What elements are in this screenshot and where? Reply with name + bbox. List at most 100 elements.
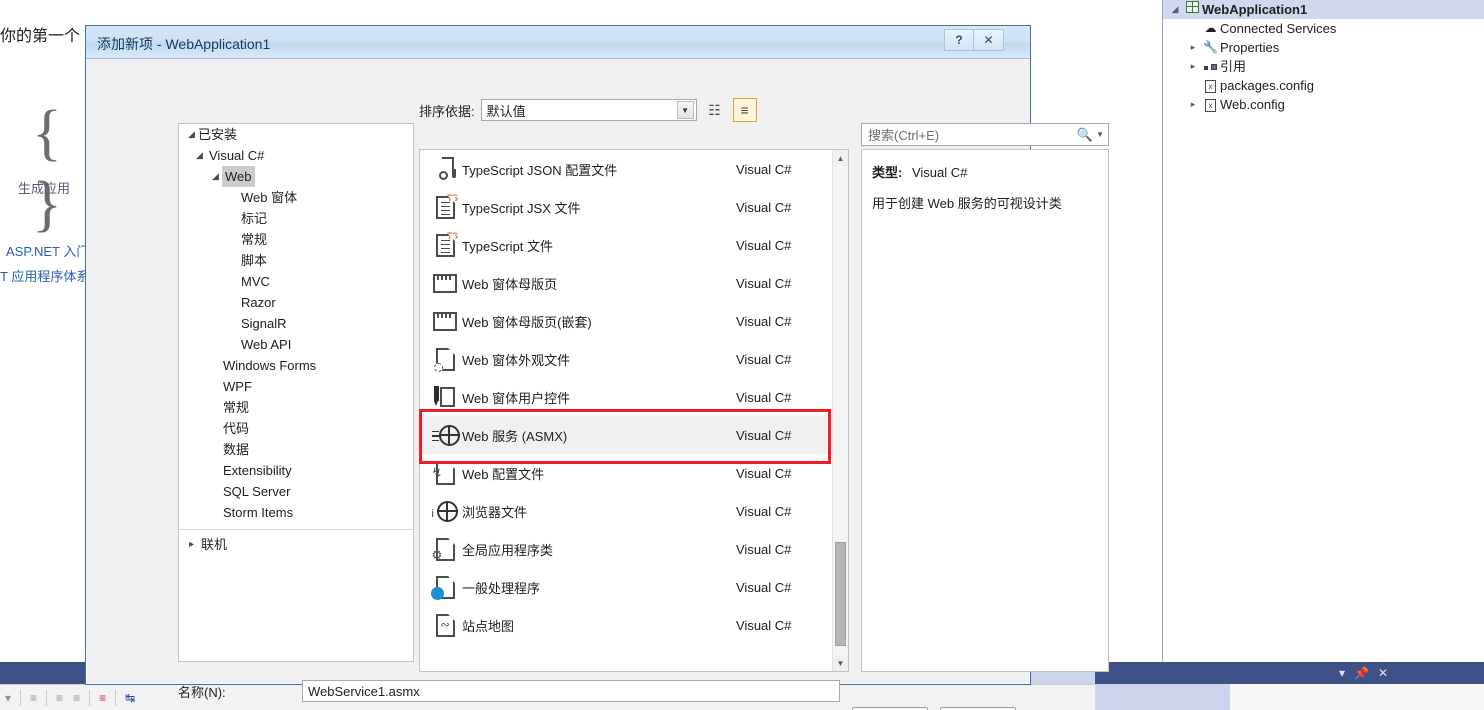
pin-icon[interactable]: 📌 xyxy=(1354,666,1369,680)
wrench-icon: 🔧 xyxy=(1203,40,1218,54)
solution-item-references[interactable]: ▸ 引用 xyxy=(1163,57,1484,76)
help-button[interactable]: ? xyxy=(944,29,974,51)
solution-item-webapplication1[interactable]: ◢ WebApplication1 xyxy=(1163,0,1484,19)
chevron-down-icon[interactable]: ▼ xyxy=(676,101,694,119)
list-item[interactable]: i 浏览器文件 Visual C# xyxy=(420,492,832,530)
name-label: 名称(N): xyxy=(178,684,226,700)
solution-item-properties[interactable]: ▸ 🔧 Properties xyxy=(1163,38,1484,57)
list-item[interactable]: ⚙ 全局应用程序类 Visual C# xyxy=(420,530,832,568)
comment-icon[interactable]: ≡ xyxy=(94,685,111,710)
chevron-down-icon[interactable]: ▼ xyxy=(1096,130,1104,139)
expander-open-icon[interactable] xyxy=(209,166,222,187)
solution-item-connected-services[interactable]: ☁ Connected Services xyxy=(1163,19,1484,38)
tree-node-label: Web API xyxy=(241,337,292,352)
tree-node-code[interactable]: 代码 xyxy=(179,418,413,439)
list-item[interactable]: TypeScript JSON 配置文件 Visual C# xyxy=(420,150,832,188)
list-item[interactable]: TS TypeScript JSX 文件 Visual C# xyxy=(420,188,832,226)
expander-open-icon[interactable] xyxy=(193,145,206,166)
chevron-down-icon[interactable]: ▾ xyxy=(1339,666,1345,680)
list-item-category: Visual C# xyxy=(736,427,792,443)
small-icons-view-icon[interactable]: ☷ xyxy=(703,98,727,122)
list-item[interactable]: Web 窗体外观文件 Visual C# xyxy=(420,340,832,378)
indent-icon[interactable]: ≡ xyxy=(25,685,42,710)
tree-header-installed[interactable]: 已安装 xyxy=(179,124,413,145)
tree-node-label: SignalR xyxy=(241,316,287,331)
sort-by-select[interactable]: 默认值 ▼ xyxy=(480,99,697,121)
outdent-left-icon[interactable]: ≡ xyxy=(51,685,68,710)
tree-node-online[interactable]: 联机 xyxy=(179,534,413,555)
solution-item-packages-config[interactable]: x packages.config xyxy=(1163,76,1484,95)
tree-node-data[interactable]: 数据 xyxy=(179,439,413,460)
tree-node-label: Razor xyxy=(241,295,276,310)
list-item[interactable]: ∾ 站点地图 Visual C# xyxy=(420,606,832,644)
list-item[interactable]: Web 窗体用户控件 Visual C# xyxy=(420,378,832,416)
tree-node-general[interactable]: 常规 xyxy=(179,397,413,418)
expander-open-icon[interactable]: ◢ xyxy=(1167,0,1183,19)
expander-closed-icon[interactable]: ▸ xyxy=(1185,38,1201,57)
web-service-icon xyxy=(428,424,462,446)
solution-explorer: ◢ WebApplication1 ☁ Connected Services ▸… xyxy=(1162,0,1484,662)
tree-node-label: 联机 xyxy=(201,537,228,552)
tree-node-label: 代码 xyxy=(223,421,250,436)
aspnet-architecture-link[interactable]: T 应用程序体系 xyxy=(0,266,90,285)
detail-type-value: Visual C# xyxy=(911,165,968,180)
tree-node-web-api[interactable]: Web API xyxy=(179,334,413,355)
sitemap-icon: ∾ xyxy=(428,613,462,637)
list-item-name: Web 窗体母版页(嵌套) xyxy=(462,314,592,330)
template-list[interactable]: TypeScript JSON 配置文件 Visual C# TS TypeSc… xyxy=(419,149,849,672)
tree-node-mvc[interactable]: MVC xyxy=(179,271,413,292)
list-item[interactable]: Web 窗体母版页(嵌套) Visual C# xyxy=(420,302,832,340)
expander-open-icon[interactable] xyxy=(185,124,198,145)
tree-node-label: Web 窗体 xyxy=(241,190,298,205)
details-view-icon[interactable]: ≡ xyxy=(732,98,757,122)
browser-file-icon: i xyxy=(428,500,462,522)
list-item-name: TypeScript 文件 xyxy=(462,238,554,254)
tree-node-visual-csharp[interactable]: Visual C# xyxy=(179,145,413,166)
web-config-icon: ↯ xyxy=(428,461,462,485)
list-scrollbar[interactable]: ▲ ▼ xyxy=(832,150,848,671)
scroll-up-arrow-icon[interactable]: ▲ xyxy=(833,150,848,166)
tree-node-web-forms[interactable]: Web 窗体 xyxy=(179,187,413,208)
tree-node-web[interactable]: Web xyxy=(179,166,413,187)
tree-node-extensibility[interactable]: Extensibility xyxy=(179,460,413,481)
close-button[interactable]: ✕ xyxy=(974,29,1004,51)
braces-label: 生成应用 xyxy=(17,181,70,196)
scrollbar-thumb[interactable] xyxy=(835,542,846,646)
tree-node-label: MVC xyxy=(241,274,270,289)
tree-node-label: Windows Forms xyxy=(223,358,317,373)
close-icon[interactable]: ✕ xyxy=(1378,666,1388,680)
spellcheck-icon[interactable]: ↹ xyxy=(120,685,140,710)
tree-node-markup[interactable]: 标记 xyxy=(179,208,413,229)
outdent-right-icon[interactable]: ≡ xyxy=(68,685,85,710)
sort-by-value: 默认值 xyxy=(486,103,526,119)
tree-node-scripts[interactable]: 脚本 xyxy=(179,250,413,271)
tree-node-signalr[interactable]: SignalR xyxy=(179,313,413,334)
aspnet-intro-link[interactable]: ASP.NET 入门 xyxy=(6,241,96,260)
expander-closed-icon[interactable] xyxy=(185,534,198,555)
tree-node-sql-server[interactable]: SQL Server xyxy=(179,481,413,502)
list-item[interactable]: Web 窗体母版页 Visual C# xyxy=(420,264,832,302)
toolbar-chevron-down[interactable]: ▾ xyxy=(0,685,16,710)
list-item[interactable]: ↯ Web 配置文件 Visual C# xyxy=(420,454,832,492)
solution-item-web-config[interactable]: ▸ x Web.config xyxy=(1163,95,1484,114)
tree-node-label: 常规 xyxy=(223,400,250,415)
list-item-name: Web 窗体用户控件 xyxy=(462,390,571,406)
list-item-selected-web-service[interactable]: Web 服务 (ASMX) Visual C# xyxy=(420,416,832,454)
name-input[interactable] xyxy=(302,680,840,702)
installed-templates-tree[interactable]: 已安装 Visual C# Web Web 窗体 标记 常规 xyxy=(178,123,414,662)
tree-node-wpf[interactable]: WPF xyxy=(179,376,413,397)
search-input[interactable]: 搜索(Ctrl+E) 🔍 ▼ xyxy=(861,123,1109,146)
list-item[interactable]: TS TypeScript 文件 Visual C# xyxy=(420,226,832,264)
scroll-down-arrow-icon[interactable]: ▼ xyxy=(833,655,848,671)
tree-node-general-web[interactable]: 常规 xyxy=(179,229,413,250)
tree-node-storm-items[interactable]: Storm Items xyxy=(179,502,413,523)
expander-closed-icon[interactable]: ▸ xyxy=(1185,95,1201,114)
list-item-name: 站点地图 xyxy=(462,618,515,634)
tree-node-razor[interactable]: Razor xyxy=(179,292,413,313)
dialog-body: 排序依据: 默认值 ▼ ☷ ≡ 搜索(Ctrl+E) 🔍 ▼ 已安装 xyxy=(86,59,1109,710)
search-icon[interactable]: 🔍 xyxy=(1077,127,1093,143)
detail-type-label: 类型: xyxy=(872,165,903,180)
tree-node-windows-forms[interactable]: Windows Forms xyxy=(179,355,413,376)
list-item[interactable]: 一般处理程序 Visual C# xyxy=(420,568,832,606)
expander-closed-icon[interactable]: ▸ xyxy=(1185,57,1201,76)
